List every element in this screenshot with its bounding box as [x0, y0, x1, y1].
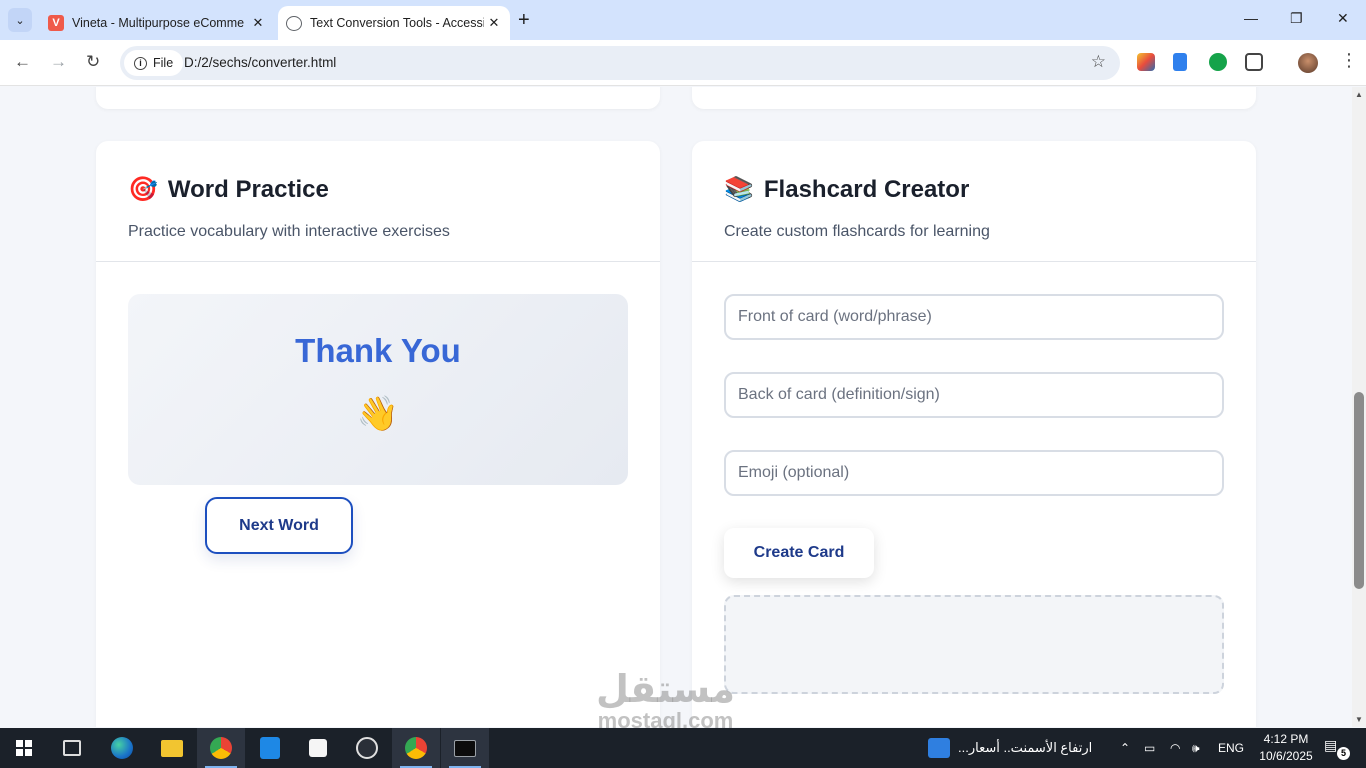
chrome-icon[interactable]	[197, 728, 245, 768]
start-button[interactable]	[0, 728, 48, 768]
news-text: ارتفاع الأسمنت.. أسعار...	[958, 740, 1093, 755]
close-window-button[interactable]: ✕	[1337, 10, 1349, 27]
tray-chevron-icon[interactable]: ⌃	[1120, 728, 1130, 768]
notification-count-badge: 5	[1337, 747, 1350, 760]
info-icon: i	[134, 56, 147, 70]
tab-vineta[interactable]: V Vineta - Multipurpose eComme ✕	[40, 6, 274, 40]
scroll-up-arrow-icon[interactable]: ▲	[1355, 90, 1363, 99]
scrollbar-thumb[interactable]	[1354, 392, 1364, 589]
forward-arrow-icon[interactable]: →	[50, 52, 67, 72]
card-front-input[interactable]	[724, 294, 1224, 340]
site-info-chip[interactable]: i File	[124, 50, 184, 76]
card-emoji-input[interactable]	[724, 450, 1224, 496]
news-widget[interactable]: ارتفاع الأسمنت.. أسعار...	[928, 728, 1092, 768]
clock-time: 4:12 PM	[1263, 732, 1309, 746]
site-info-label: File	[153, 56, 174, 70]
restore-button[interactable]: ❐	[1290, 10, 1303, 27]
minimize-button[interactable]: —	[1244, 10, 1258, 26]
notification-center-icon[interactable]: ▤ 5	[1324, 737, 1350, 760]
previous-card-right	[692, 87, 1256, 109]
news-icon	[928, 738, 950, 758]
language-indicator[interactable]: ENG	[1218, 728, 1244, 768]
browser-toolbar: ← → ↻ i File D:/2/sechs/converter.html ☆	[0, 40, 1366, 86]
tab-strip: ⌄ V Vineta - Multipurpose eComme ✕ Text …	[0, 0, 1366, 40]
previous-card-left	[96, 87, 660, 109]
extension-color-icon[interactable]	[1137, 53, 1155, 71]
extensions-puzzle-icon[interactable]	[1245, 53, 1263, 71]
globe-favicon-icon	[286, 15, 302, 31]
page-viewport: 🎯 Word Practice Practice vocabulary with…	[0, 87, 1352, 727]
tab-close-icon[interactable]: ✕	[248, 15, 268, 31]
tab-text-conversion[interactable]: Text Conversion Tools - Accessi ✕	[278, 6, 510, 40]
word-practice-header: 🎯 Word Practice Practice vocabulary with…	[96, 141, 660, 262]
flashcard-subtitle: Create custom flashcards for learning	[724, 223, 990, 240]
tab-search-chevron-icon[interactable]: ⌄	[8, 8, 32, 32]
extension-clipboard-icon[interactable]	[1173, 53, 1187, 71]
browser-menu-icon[interactable]: ⋮	[1340, 50, 1358, 71]
back-arrow-icon[interactable]: ←	[14, 52, 31, 72]
terminal-icon[interactable]	[441, 728, 489, 768]
page-scrollbar[interactable]: ▲ ▼	[1352, 87, 1366, 727]
flashcard-title: 📚 Flashcard Creator	[724, 175, 1256, 204]
app-box-icon[interactable]	[294, 728, 342, 768]
flashcard-header: 📚 Flashcard Creator Create custom flashc…	[692, 141, 1256, 262]
word-practice-subtitle: Practice vocabulary with interactive exe…	[128, 223, 450, 240]
grammarly-icon[interactable]	[1209, 53, 1227, 71]
bookmark-star-icon[interactable]: ☆	[1091, 52, 1106, 72]
vineta-favicon-icon: V	[48, 15, 64, 31]
obs-icon[interactable]	[343, 728, 391, 768]
windows-taskbar: ارتفاع الأسمنت.. أسعار... ⌃ ▭ ◠ 🕪 ENG 4:…	[0, 728, 1366, 768]
clock-date: 10/6/2025	[1259, 749, 1313, 763]
word-practice-card: 🎯 Word Practice Practice vocabulary with…	[96, 141, 660, 727]
word-practice-title: 🎯 Word Practice	[128, 175, 660, 204]
tab-title: Vineta - Multipurpose eComme	[72, 16, 245, 30]
edge-icon[interactable]	[98, 728, 146, 768]
tab-close-icon[interactable]: ✕	[484, 15, 504, 31]
chrome-profile-icon[interactable]	[392, 728, 440, 768]
books-icon: 📚	[724, 176, 754, 203]
reload-icon[interactable]: ↻	[86, 52, 100, 72]
flashcard-preview-area	[724, 595, 1224, 694]
volume-icon[interactable]: 🕪	[1192, 728, 1200, 768]
wifi-icon[interactable]: ◠	[1170, 728, 1180, 768]
battery-icon[interactable]: ▭	[1144, 728, 1155, 768]
card-back-input[interactable]	[724, 372, 1224, 418]
tab-title: Text Conversion Tools - Accessi	[310, 16, 484, 30]
profile-avatar[interactable]	[1298, 53, 1318, 73]
task-view-icon[interactable]	[48, 728, 96, 768]
next-word-button[interactable]: Next Word	[205, 497, 353, 554]
practice-word: Thank You	[295, 332, 461, 369]
windows-logo-icon	[16, 740, 32, 756]
system-clock[interactable]: 4:12 PM 10/6/2025	[1254, 731, 1318, 765]
flashcard-title-text: Flashcard Creator	[763, 175, 970, 203]
address-bar[interactable]: i File D:/2/sechs/converter.html ☆	[120, 46, 1120, 80]
practice-word-display: Thank You 👋	[128, 294, 628, 485]
waving-hand-icon: 👋	[356, 395, 400, 433]
create-card-button[interactable]: Create Card	[724, 528, 874, 578]
flashcard-creator-card: 📚 Flashcard Creator Create custom flashc…	[692, 141, 1256, 727]
new-tab-button[interactable]: +	[518, 9, 530, 32]
target-icon: 🎯	[128, 176, 158, 203]
scroll-down-arrow-icon[interactable]: ▼	[1355, 715, 1363, 724]
vscode-icon[interactable]	[246, 728, 294, 768]
url-text[interactable]: D:/2/sechs/converter.html	[184, 55, 336, 70]
file-explorer-icon[interactable]	[148, 728, 196, 768]
word-practice-title-text: Word Practice	[167, 175, 329, 203]
